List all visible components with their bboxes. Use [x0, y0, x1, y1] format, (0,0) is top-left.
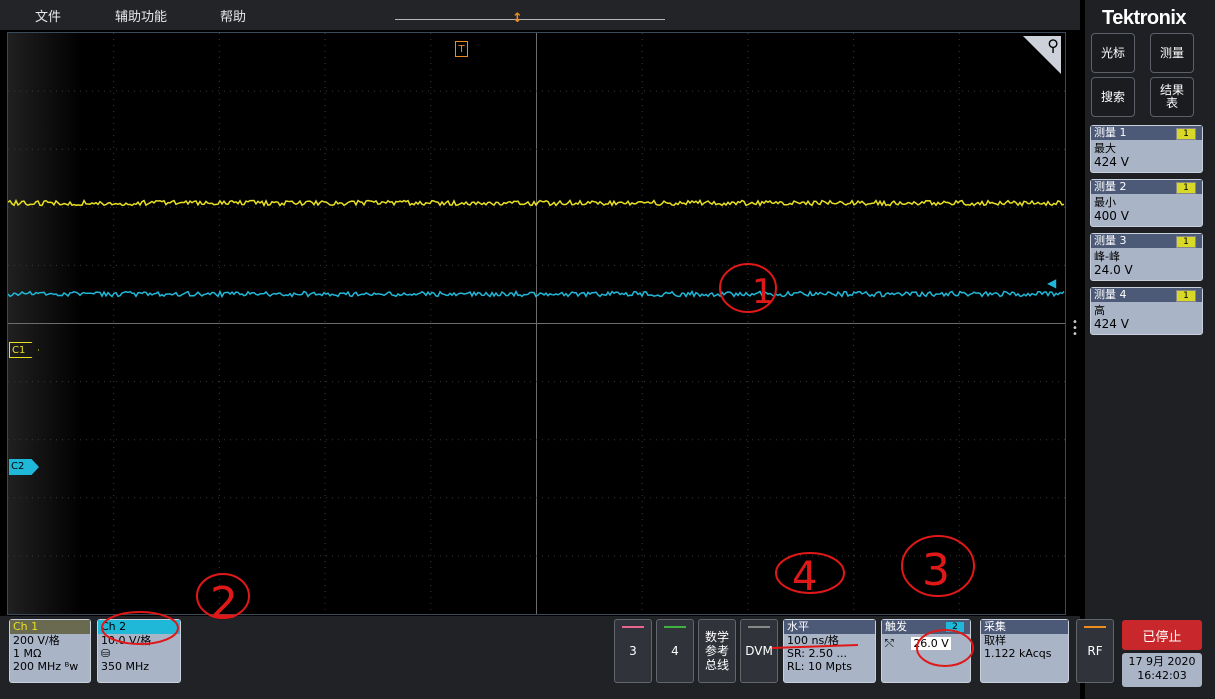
ch2-scale: 10.0 V/格 [101, 634, 152, 647]
horizontal-position-bar[interactable] [395, 19, 665, 20]
bus-label: 总线 [704, 658, 729, 672]
sample-rate: SR: 2.50 ... [787, 647, 847, 660]
menu-accessibility[interactable]: 辅助功能 [115, 6, 167, 25]
time: 16:42:03 [1137, 669, 1187, 682]
acquire-title: 采集 [981, 620, 1068, 634]
rf-button[interactable]: RF [1076, 619, 1114, 683]
search-button[interactable]: 搜索 [1091, 77, 1135, 117]
measurement-1[interactable]: 测量 1 1 最大 424 V [1090, 125, 1203, 173]
ch1-title: Ch 1 [10, 620, 90, 634]
ch2-bandwidth: 350 MHz [101, 660, 150, 673]
measurement-2[interactable]: 测量 2 1 最小 400 V [1090, 179, 1203, 227]
ch1-scale: 200 V/格 [13, 634, 60, 647]
rf-label: RF [1087, 644, 1103, 658]
waveform-display[interactable] [7, 32, 1066, 615]
dvm-label: DVM [745, 644, 773, 658]
measurement-value: 424 V [1094, 155, 1129, 169]
trigger-edge-icon: ⤲ [885, 637, 894, 650]
measurement-value: 424 V [1094, 317, 1129, 331]
acquire-mode: 取样 [984, 634, 1006, 647]
ch2-title: Ch 2 [98, 620, 180, 634]
measurement-source-badge: 1 [1176, 182, 1196, 194]
measurement-4[interactable]: 测量 4 1 高 424 V [1090, 287, 1203, 335]
ref-label: 参考 [704, 644, 729, 658]
trigger-position-marker[interactable]: ↕ [512, 11, 523, 26]
probe-icon: ⛁ [101, 647, 111, 660]
measure-button[interactable]: 测量 [1150, 33, 1194, 73]
measurement-source-badge: 1 [1176, 128, 1196, 140]
date-time-badge: 17 9月 2020 16:42:03 [1122, 653, 1202, 687]
math-ref-bus-button[interactable]: 数学 参考 总线 [698, 619, 736, 683]
date: 17 9月 2020 [1128, 655, 1196, 668]
more-options-handle[interactable]: • • • [1072, 318, 1078, 340]
results-label-2: 表 [1165, 96, 1178, 110]
channel-4-button[interactable]: 4 [656, 619, 694, 683]
trigger-edge-row: ⤲ 26.0 V [882, 634, 970, 650]
cursor-button[interactable]: 光标 [1091, 33, 1135, 73]
measurement-source-badge: 1 [1176, 236, 1196, 248]
trigger-level: 26.0 V [911, 637, 951, 650]
measurement-3[interactable]: 测量 3 1 峰-峰 24.0 V [1090, 233, 1203, 281]
channel-3-label: 3 [629, 644, 637, 658]
trigger-source-badge: 2 [946, 622, 964, 632]
measurement-value: 24.0 V [1094, 263, 1133, 277]
run-stop-button[interactable]: 已停止 [1122, 620, 1202, 650]
channel-4-label: 4 [671, 644, 679, 658]
measurement-value: 400 V [1094, 209, 1129, 223]
trigger-level-arrow-icon: ◀ [1047, 276, 1057, 290]
results-table-button[interactable]: 结果 表 [1150, 77, 1194, 117]
ch1-bandwidth: 200 MHz ᴮw [13, 660, 79, 673]
measurement-name: 高 [1094, 304, 1105, 317]
graticule [8, 33, 1065, 614]
menu-bar: 文件 辅助功能 帮助 ↕ [0, 0, 1080, 30]
menu-help[interactable]: 帮助 [220, 6, 246, 25]
measurement-name: 最大 [1094, 142, 1116, 155]
tektronix-logo: Tektronix [1102, 7, 1187, 29]
measurement-name: 最小 [1094, 196, 1116, 209]
ch1-impedance: 1 MΩ [13, 647, 42, 660]
ch2-badge[interactable]: Ch 2 10.0 V/格 ⛁ 350 MHz [97, 619, 181, 683]
measurement-source-badge: 1 [1176, 290, 1196, 302]
record-length: RL: 10 Mpts [787, 660, 852, 673]
menu-file[interactable]: 文件 [35, 6, 61, 25]
dvm-button[interactable]: DVM [740, 619, 778, 683]
acquire-count: 1.122 kAcqs [984, 647, 1052, 660]
math-label: 数学 [704, 630, 729, 644]
horizontal-badge[interactable]: 水平 100 ns/格 SR: 2.50 ... RL: 10 Mpts [783, 619, 876, 683]
ch1-badge[interactable]: Ch 1 200 V/格 1 MΩ 200 MHz ᴮw [9, 619, 91, 683]
channel-3-button[interactable]: 3 [614, 619, 652, 683]
horizontal-scale: 100 ns/格 [787, 634, 839, 647]
trigger-marker[interactable]: T [455, 41, 468, 57]
trigger-badge[interactable]: 触发 2 ⤲ 26.0 V [881, 619, 971, 683]
measurement-name: 峰-峰 [1094, 250, 1120, 263]
acquire-badge[interactable]: 采集 取样 1.122 kAcqs [980, 619, 1069, 683]
horizontal-title: 水平 [784, 620, 875, 634]
